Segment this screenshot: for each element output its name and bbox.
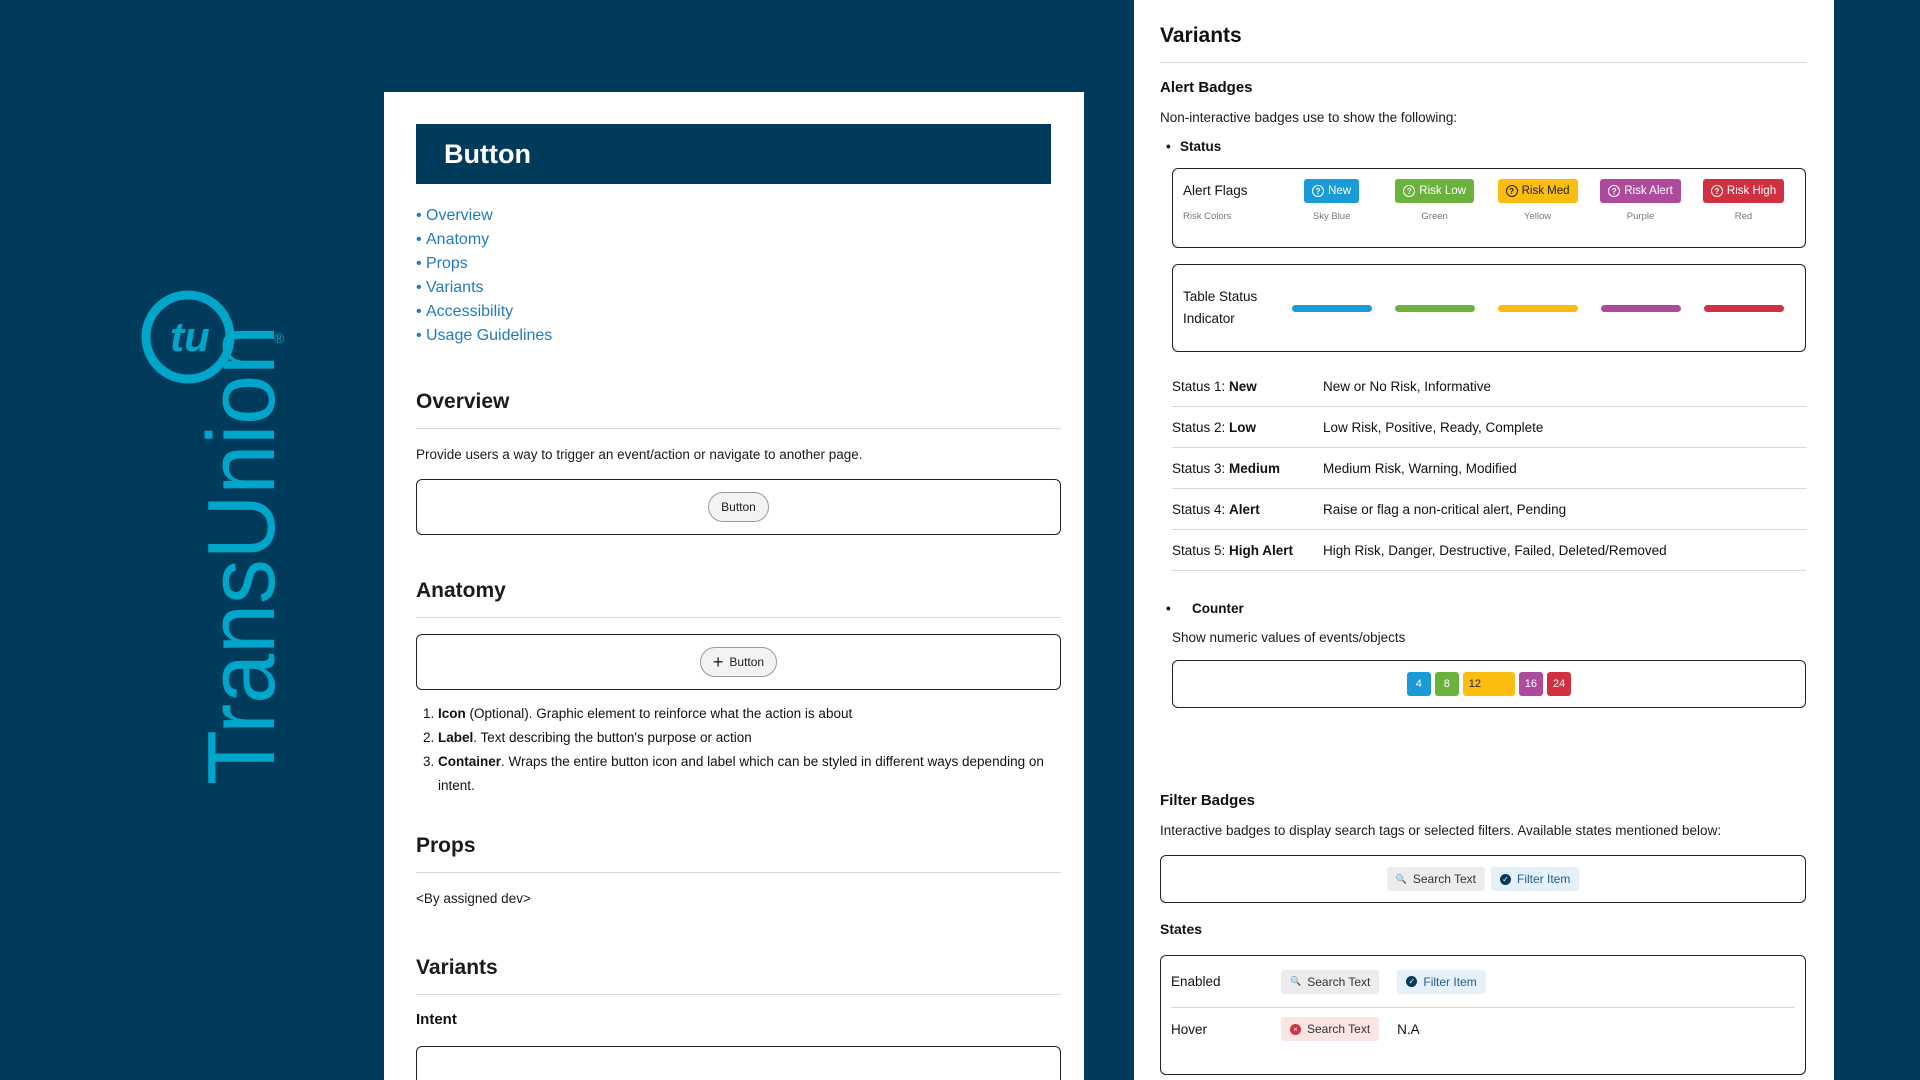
transunion-logo: tu TransUnion ® xyxy=(132,285,295,845)
variants-heading-right: Variants xyxy=(1160,24,1806,63)
toc-item-props[interactable]: • Props xyxy=(416,252,1062,276)
alert-flags-row: Alert Flags Risk Colors ? New Sky Blue ? R… xyxy=(1173,169,1805,222)
flag-new: ? New xyxy=(1304,179,1360,203)
plus-icon: + xyxy=(712,652,724,672)
flag-risk-low-color: Green xyxy=(1421,211,1448,222)
states-heading: States xyxy=(1160,921,1203,937)
status-line-low xyxy=(1394,304,1475,312)
state-row-hover: Hover × Search Text N.A xyxy=(1171,1008,1795,1050)
search-text-chip[interactable]: 🔍 Search Text xyxy=(1386,867,1486,891)
intent-demo-box xyxy=(416,1046,1061,1080)
page-title: Button xyxy=(416,124,1051,184)
counter-badge-blue: 4 xyxy=(1406,672,1431,696)
status-line-new xyxy=(1291,304,1372,312)
anatomy-heading: Anatomy xyxy=(416,579,1061,618)
counter-badge-green: 8 xyxy=(1434,672,1459,696)
counter-box: 4 8 12 16 24 xyxy=(1172,660,1806,708)
filter-item-chip-enabled[interactable]: ✓ Filter Item xyxy=(1397,969,1486,994)
logo-wordmark: TransUnion xyxy=(188,325,295,785)
filter-item-chip[interactable]: ✓ Filter Item xyxy=(1491,867,1580,891)
flag-risk-high: ? Risk High xyxy=(1702,179,1785,203)
close-icon: × xyxy=(1290,1023,1301,1035)
overview-heading: Overview xyxy=(416,390,1061,429)
states-box: Enabled 🔍 Search Text ✓ Filter Item Hover … xyxy=(1160,955,1806,1075)
table-status-label-1: Table Status xyxy=(1183,289,1258,304)
flag-risk-med-color: Yellow xyxy=(1524,211,1552,222)
risk-colors-label: Risk Colors xyxy=(1183,211,1232,222)
question-icon: ? xyxy=(1403,185,1416,197)
search-icon: 🔍 xyxy=(1395,873,1407,884)
table-row: Status 1: New New or No Risk, Informativ… xyxy=(1172,366,1806,407)
filter-badges-heading: Filter Badges xyxy=(1160,792,1256,809)
intent-subheading: Intent xyxy=(416,1011,457,1028)
status-line-medium xyxy=(1497,304,1578,312)
state-enabled-label: Enabled xyxy=(1171,974,1221,989)
counter-badge-red: 24 xyxy=(1547,672,1572,696)
flag-risk-alert: ? Risk Alert xyxy=(1600,179,1681,203)
anatomy-demo-button[interactable]: + Button xyxy=(699,647,778,677)
toc-item-accessibility[interactable]: • Accessibility xyxy=(416,300,1062,324)
flag-risk-med: ? Risk Med xyxy=(1497,179,1578,203)
filter-demo-box: 🔍 Search Text ✓ Filter Item xyxy=(1160,855,1806,903)
anatomy-item-container: Container. Wraps the entire button icon … xyxy=(438,750,1061,798)
props-heading: Props xyxy=(416,834,1061,873)
counter-badge-purple: 16 xyxy=(1518,672,1543,696)
table-status-label-2: Indicator xyxy=(1183,311,1235,326)
table-row: Status 5: High Alert High Risk, Danger, … xyxy=(1172,530,1806,571)
counter-badge-yellow: 12 xyxy=(1462,672,1515,696)
table-row: Status 4: Alert Raise or flag a non-crit… xyxy=(1172,489,1806,530)
question-icon: ? xyxy=(1312,185,1325,197)
question-icon: ? xyxy=(1505,185,1518,197)
overview-demo-box: Button xyxy=(416,479,1061,535)
counter-text: Show numeric values of events/objects xyxy=(1172,630,1406,645)
state-row-enabled: Enabled 🔍 Search Text ✓ Filter Item xyxy=(1171,956,1795,1008)
variants-heading: Variants xyxy=(416,956,1061,995)
flag-risk-low: ? Risk Low xyxy=(1395,179,1474,203)
question-icon: ? xyxy=(1710,185,1723,197)
search-text-chip-hover[interactable]: × Search Text xyxy=(1281,1017,1380,1041)
question-icon: ? xyxy=(1608,185,1621,197)
anatomy-demo-box: + Button xyxy=(416,634,1061,690)
logo-svg: tu TransUnion ® xyxy=(141,290,295,785)
left-doc-panel: Button • Overview • Anatomy • Props • Varian… xyxy=(384,92,1084,1080)
anatomy-item-label: Label. Text describing the button's purp… xyxy=(438,726,1061,750)
state-hover-label: Hover xyxy=(1171,1021,1208,1037)
bullet-counter: Counter xyxy=(1160,601,1806,616)
table-of-contents: • Overview • Anatomy • Props • Variants • Acc… xyxy=(416,204,1062,348)
table-row: Status 3: Medium Medium Risk, Warning, M… xyxy=(1172,448,1806,489)
status-line-high xyxy=(1703,304,1784,312)
flag-risk-high-color: Red xyxy=(1734,211,1753,222)
right-doc-panel: Variants Alert Badges Non-interactive ba… xyxy=(1134,0,1834,1080)
alert-flags-label: Alert Flags xyxy=(1183,183,1248,198)
status-line-alert xyxy=(1600,304,1681,312)
alert-badges-text: Non-interactive badges use to show the f… xyxy=(1160,110,1458,125)
demo-button[interactable]: Button xyxy=(708,492,769,522)
check-icon: ✓ xyxy=(1500,873,1512,885)
hover-filter-na: N.A xyxy=(1397,1021,1420,1037)
anatomy-list: Icon (Optional). Graphic element to rein… xyxy=(416,702,1061,798)
status-table: Status 1: New New or No Risk, Informativ… xyxy=(1172,366,1806,571)
table-row: Status 2: Low Low Risk, Positive, Ready,… xyxy=(1172,407,1806,448)
search-text-chip-enabled[interactable]: 🔍 Search Text xyxy=(1281,969,1380,994)
toc-item-usage-guidelines[interactable]: • Usage Guidelines xyxy=(416,324,1062,348)
bullet-status: Status xyxy=(1160,139,1806,154)
filter-badges-text: Interactive badges to display search tag… xyxy=(1160,823,1722,838)
table-status-box: Table Status Indicator xyxy=(1172,264,1806,352)
props-text: <By assigned dev> xyxy=(416,891,531,906)
overview-text: Provide users a way to trigger an event/… xyxy=(416,447,863,462)
logo-registered: ® xyxy=(274,330,285,346)
toc-item-overview[interactable]: • Overview xyxy=(416,204,1062,228)
alert-badges-heading: Alert Badges xyxy=(1160,79,1253,96)
flag-new-color: Sky Blue xyxy=(1312,211,1351,222)
anatomy-item-icon: Icon (Optional). Graphic element to rein… xyxy=(438,702,1061,726)
alert-flags-box: Alert Flags Risk Colors ? New Sky Blue ? R… xyxy=(1172,168,1806,248)
toc-item-variants[interactable]: • Variants xyxy=(416,276,1062,300)
toc-item-anatomy[interactable]: • Anatomy xyxy=(416,228,1062,252)
flag-risk-alert-color: Purple xyxy=(1626,211,1655,222)
check-icon: ✓ xyxy=(1406,976,1418,987)
search-icon: 🔍 xyxy=(1290,976,1302,986)
